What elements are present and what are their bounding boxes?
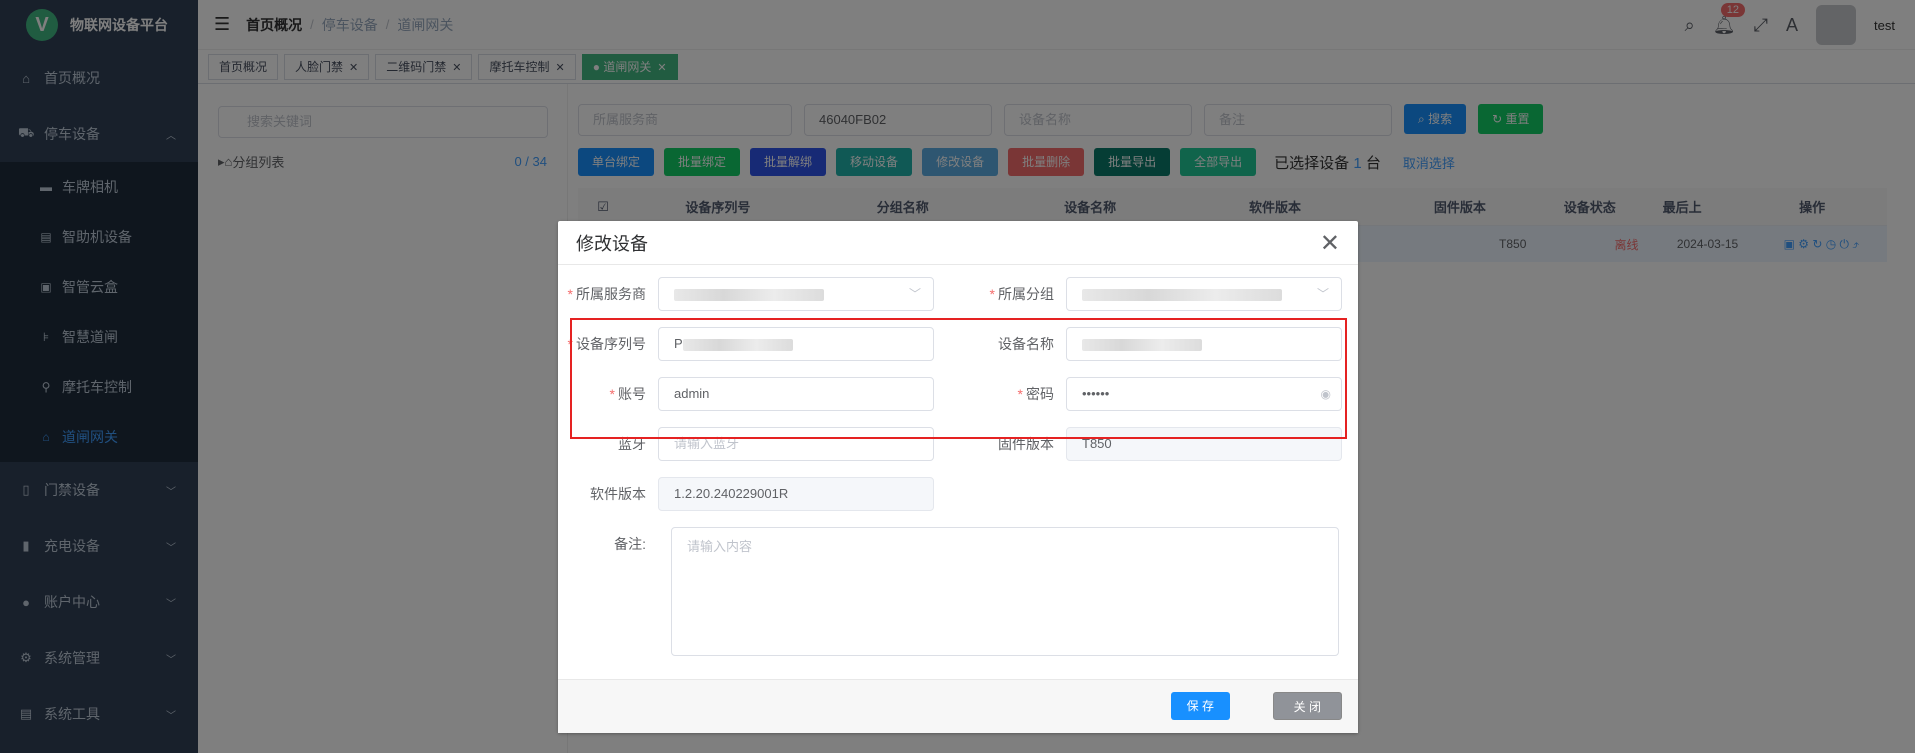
provider-row: * 所属服务商 ﹀ [558,277,934,311]
close-icon[interactable]: ✕ [1320,229,1340,258]
chevron-down-icon: ﹀ [908,287,921,301]
chevron-down-icon: ﹀ [1316,287,1329,301]
close-button[interactable]: 关 闭 [1272,692,1342,720]
remark-row: 备注: [614,536,646,552]
dialog-title: 修改设备 [576,233,648,254]
redacted-value [1082,288,1282,301]
group-row: * 所属分组 ﹀ [966,277,1342,311]
software-field: 1.2.20.240229001R [658,477,934,511]
dialog-footer: 保 存 关 闭 [558,679,1358,733]
provider-select[interactable]: ﹀ [658,277,934,311]
dialog-header: 修改设备 ✕ [558,221,1358,265]
remark-textarea[interactable]: 请输入内容 [671,527,1339,656]
software-row: 软件版本 1.2.20.240229001R [558,477,934,511]
save-button[interactable]: 保 存 [1170,692,1230,720]
edit-device-dialog: 修改设备 ✕ * 所属服务商 ﹀ * 所属分组 ﹀ * 设备序列号 P 设备名称 * 账… [558,221,1358,733]
group-select[interactable]: ﹀ [1066,277,1342,311]
highlight-box [570,318,1347,439]
redacted-value [674,288,824,301]
